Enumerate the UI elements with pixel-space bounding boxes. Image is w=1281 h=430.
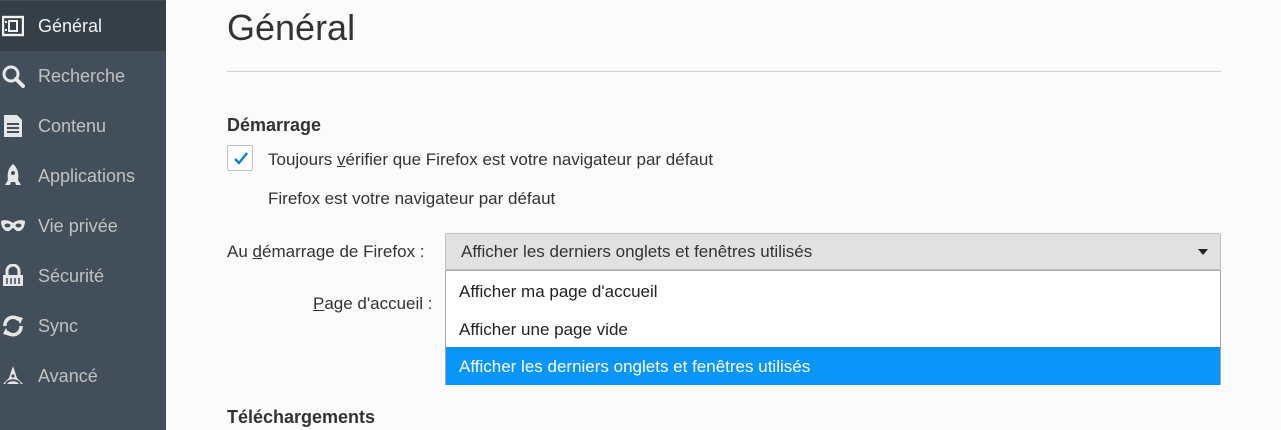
dropdown-option[interactable]: Afficher une page vide: [446, 310, 1220, 348]
sidebar-item-advanced[interactable]: Avancé: [0, 351, 166, 401]
sidebar-item-search[interactable]: Recherche: [0, 51, 166, 101]
title-divider: [227, 71, 1221, 72]
startup-dropdown-list: Afficher ma page d'accueil Afficher une …: [445, 270, 1221, 385]
default-browser-checkbox[interactable]: [227, 145, 253, 171]
access-key: P: [313, 294, 325, 313]
default-browser-checkbox-label[interactable]: Toujours vérifier que Firefox est votre …: [268, 150, 713, 170]
preferences-window: Général Recherche Contenu Applications V…: [0, 0, 1281, 430]
homepage-label: Page d'accueil :: [313, 294, 433, 314]
default-browser-status: Firefox est votre navigateur par défaut: [268, 189, 556, 208]
sidebar-item-label: Vie privée: [38, 215, 118, 236]
startup-select-label: Au démarrage de Firefox :: [227, 242, 425, 262]
dropdown-option[interactable]: Afficher ma page d'accueil: [446, 272, 1220, 310]
sidebar-item-applications[interactable]: Applications: [0, 151, 166, 201]
sidebar-item-privacy[interactable]: Vie privée: [0, 201, 166, 251]
startup-heading: Démarrage: [227, 115, 322, 135]
sidebar-item-label: Général: [38, 15, 103, 36]
sidebar-item-label: Sync: [38, 315, 79, 336]
label-part: Au: [227, 242, 253, 261]
label-part: émarrage de Firefox :: [262, 242, 425, 261]
option-label: Afficher une page vide: [459, 320, 628, 339]
sidebar-item-sync[interactable]: Sync: [0, 301, 166, 351]
label-part: age d'accueil :: [324, 294, 433, 313]
startup-select-value: Afficher les derniers onglets et fenêtre…: [461, 242, 813, 261]
general-icon: [0, 13, 26, 39]
privacy-mask-icon: [0, 213, 26, 239]
sidebar-item-content[interactable]: Contenu: [0, 101, 166, 151]
option-label: Afficher les derniers onglets et fenêtre…: [459, 357, 811, 376]
page-title: Général: [227, 7, 356, 48]
label-part: érifier que Firefox est votre navigateur…: [345, 150, 714, 169]
sidebar-item-label: Contenu: [38, 115, 107, 136]
search-icon: [0, 63, 26, 89]
main-pane: Général Démarrage Toujours vérifier que …: [166, 0, 1281, 430]
sidebar-item-general[interactable]: Général: [0, 1, 166, 51]
sidebar-item-label: Avancé: [38, 365, 98, 386]
chevron-down-icon[interactable]: [1198, 249, 1208, 255]
checkmark-icon: [234, 152, 248, 165]
downloads-heading: Téléchargements: [227, 407, 376, 427]
dropdown-option-highlighted[interactable]: Afficher les derniers onglets et fenêtre…: [446, 347, 1220, 385]
option-label: Afficher ma page d'accueil: [459, 282, 658, 301]
advanced-icon: [0, 363, 26, 389]
sidebar: Général Recherche Contenu Applications V…: [0, 0, 166, 430]
sync-icon: [0, 313, 26, 339]
sidebar-item-label: Applications: [38, 165, 136, 186]
startup-select[interactable]: Afficher les derniers onglets et fenêtre…: [445, 233, 1221, 270]
sidebar-item-label: Sécurité: [38, 265, 105, 286]
sidebar-item-label: Recherche: [38, 65, 126, 86]
applications-icon: [0, 163, 26, 189]
sidebar-item-security[interactable]: Sécurité: [0, 251, 166, 301]
label-part: Toujours: [268, 150, 337, 169]
security-icon: [0, 263, 26, 289]
access-key: d: [252, 242, 262, 261]
content-icon: [0, 113, 26, 139]
